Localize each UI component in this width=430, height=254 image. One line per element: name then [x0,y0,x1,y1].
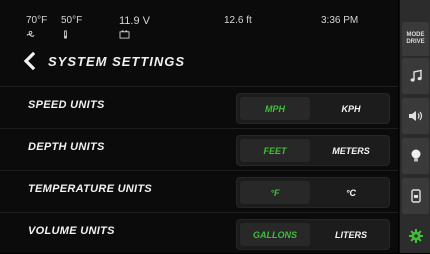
option-feet[interactable]: FEET [240,139,310,162]
air-temp-value: 50°F [61,15,83,26]
setting-row-volume-units: VOLUME UNITS GALLONS LITERS [0,212,398,254]
chevron-left-icon [23,52,35,70]
music-icon [410,69,422,82]
lights-button[interactable] [402,138,429,174]
setting-row-temperature-units: TEMPERATURE UNITS °F °C [0,170,398,212]
air-temp-icon [61,30,70,42]
option-liters[interactable]: LITERS [316,223,386,246]
option-meters[interactable]: METERS [316,139,386,162]
water-temp-value: 70°F [26,15,48,26]
system-settings-screen: 70°F 50°F 11.9 V 12.6 ft 3:36 PM SYSTEM … [0,0,398,253]
setting-label: TEMPERATURE UNITS [28,183,153,195]
setting-label: DEPTH UNITS [28,141,105,153]
side-nav: MODE DRIVE [399,0,430,253]
settings-list: SPEED UNITS MPH KPH DEPTH UNITS FEET MET… [0,86,398,254]
air-temp-status: 50°F [61,15,83,39]
clock: 3:36 PM [321,15,359,26]
volume-units-toggle: GALLONS LITERS [236,219,390,250]
option-kph[interactable]: KPH [316,97,386,120]
page-title: SYSTEM SETTINGS [48,53,186,69]
setting-row-depth-units: DEPTH UNITS FEET METERS [0,128,398,170]
speed-units-toggle: MPH KPH [236,93,390,124]
light-icon [411,149,420,162]
back-button[interactable] [18,48,40,74]
engine-icon [410,189,421,203]
battery-value: 11.9 V [119,15,150,27]
engine-button[interactable] [402,178,429,214]
volume-button[interactable] [402,98,429,134]
status-bar: 70°F 50°F 11.9 V 12.6 ft 3:36 PM [0,0,398,39]
option-mph[interactable]: MPH [240,97,310,120]
setting-row-speed-units: SPEED UNITS MPH KPH [0,86,398,128]
music-button[interactable] [402,58,429,94]
drive-label: DRIVE [406,39,425,45]
battery-status: 11.9 V [119,15,150,39]
water-temp-status: 70°F [26,15,48,37]
mode-drive-button[interactable]: MODE DRIVE [402,22,429,56]
depth-units-toggle: FEET METERS [236,135,390,166]
mode-label: MODE [406,32,425,38]
setting-label: SPEED UNITS [28,99,105,111]
settings-button[interactable] [402,218,429,253]
gear-icon [408,228,423,243]
temperature-units-toggle: °F °C [236,177,390,208]
option-gallons[interactable]: GALLONS [240,223,310,246]
depth-value: 12.6 ft [224,15,252,26]
option-celsius[interactable]: °C [316,181,386,204]
title-row: SYSTEM SETTINGS [18,48,185,74]
volume-icon [408,111,422,121]
water-temp-icon [26,30,35,42]
battery-icon [119,30,130,42]
option-fahrenheit[interactable]: °F [240,181,310,204]
setting-label: VOLUME UNITS [28,225,115,237]
